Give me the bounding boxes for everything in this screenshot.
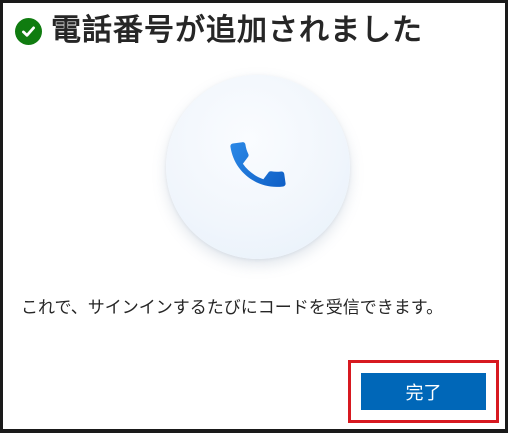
done-button[interactable]: 完了 bbox=[361, 373, 486, 410]
dialog-title: 電話番号が追加されました bbox=[51, 13, 423, 48]
phone-icon bbox=[225, 132, 291, 202]
phone-illustration bbox=[166, 75, 350, 259]
phone-added-dialog: 電話番号が追加されました これで、サインインするたびにコードを受信できます。 完… bbox=[0, 0, 508, 433]
dialog-header: 電話番号が追加されました bbox=[15, 11, 423, 51]
confirmation-message: これで、サインインするたびにコードを受信できます。 bbox=[21, 298, 444, 318]
done-button-highlight: 完了 bbox=[348, 360, 499, 423]
check-circle-icon bbox=[15, 17, 42, 45]
